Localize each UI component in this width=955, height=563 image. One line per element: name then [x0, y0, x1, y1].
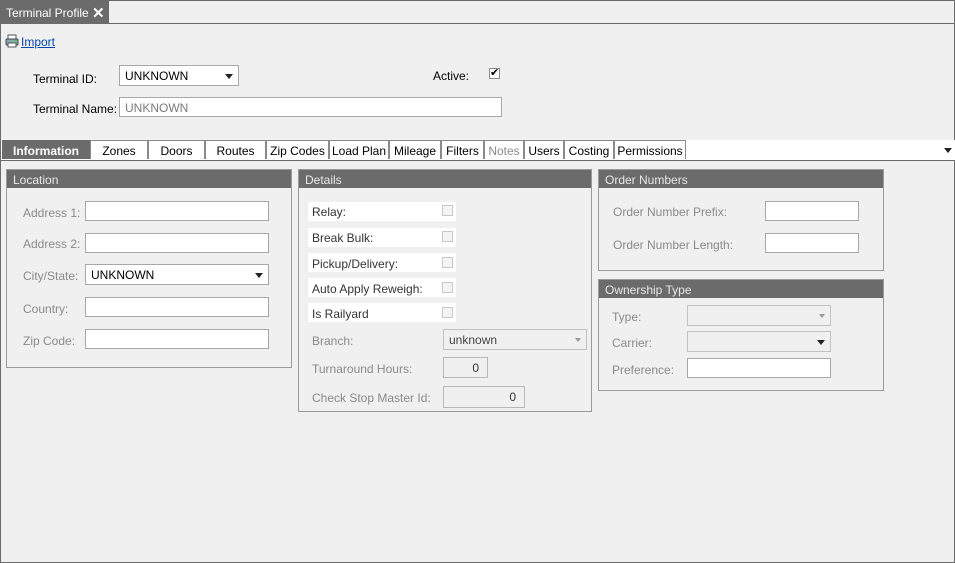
- city-state-label: City/State:: [23, 269, 79, 283]
- tab-information[interactable]: Information: [2, 140, 90, 159]
- break-bulk-label: Break Bulk:: [312, 231, 374, 245]
- tab-routes[interactable]: Routes: [205, 140, 266, 159]
- chevron-down-icon: [575, 338, 581, 342]
- order-number-length-label: Order Number Length:: [613, 238, 734, 252]
- tab-filters[interactable]: Filters: [441, 140, 484, 159]
- ownership-type-combo[interactable]: [687, 305, 831, 326]
- address2-label: Address 2:: [23, 237, 81, 251]
- tab-zip-codes[interactable]: Zip Codes: [266, 140, 329, 159]
- check-stop-master-id-label: Check Stop Master Id:: [312, 391, 431, 405]
- country-label: Country:: [23, 302, 69, 316]
- active-checkbox[interactable]: ✔: [489, 68, 500, 79]
- tab-mileage[interactable]: Mileage: [389, 140, 441, 159]
- pickup-delivery-checkbox[interactable]: [442, 257, 453, 268]
- zip-code-label: Zip Code:: [23, 334, 76, 348]
- tab-permissions[interactable]: Permissions: [614, 140, 686, 159]
- chevron-down-icon: [817, 340, 825, 345]
- preference-input[interactable]: [687, 358, 831, 378]
- turnaround-hours-input[interactable]: 0: [443, 357, 488, 378]
- check-stop-master-id-input[interactable]: 0: [443, 386, 525, 408]
- terminal-id-value: UNKNOWN: [125, 69, 189, 83]
- active-label: Active:: [433, 69, 470, 83]
- tab-costing[interactable]: Costing: [564, 140, 614, 159]
- chevron-down-icon: [255, 273, 263, 278]
- address2-input[interactable]: [85, 233, 269, 253]
- relay-checkbox[interactable]: [442, 205, 453, 216]
- carrier-combo[interactable]: [687, 331, 831, 352]
- import-link[interactable]: Import: [21, 35, 55, 49]
- tab-doors[interactable]: Doors: [148, 140, 205, 159]
- tab-overflow-chevron-icon[interactable]: [944, 148, 952, 153]
- carrier-label: Carrier:: [612, 336, 653, 350]
- chevron-down-icon: [819, 314, 825, 318]
- branch-value: unknown: [449, 333, 498, 347]
- printer-import-icon[interactable]: [5, 34, 19, 48]
- terminal-profile-window: Terminal Profile ✕ Import Terminal ID: U…: [0, 0, 955, 563]
- tab-zones[interactable]: Zones: [90, 140, 148, 159]
- zip-code-input[interactable]: [85, 329, 269, 349]
- city-state-combo[interactable]: UNKNOWN: [85, 264, 269, 285]
- doc-tab-divider: [1, 23, 955, 24]
- section-tab-bar: Information Zones Doors Routes Zip Codes…: [1, 140, 955, 161]
- preference-label: Preference:: [612, 363, 675, 377]
- turnaround-hours-label: Turnaround Hours:: [312, 362, 413, 376]
- doc-tab-title: Terminal Profile: [6, 6, 89, 20]
- terminal-id-combo[interactable]: UNKNOWN: [119, 65, 239, 86]
- branch-label: Branch:: [312, 334, 354, 348]
- details-group-title: Details: [299, 170, 591, 188]
- address1-label: Address 1:: [23, 206, 81, 220]
- break-bulk-checkbox[interactable]: [442, 231, 453, 242]
- order-number-prefix-label: Order Number Prefix:: [613, 205, 728, 219]
- city-state-value: UNKNOWN: [91, 268, 155, 282]
- is-railyard-label: Is Railyard: [312, 307, 369, 321]
- address1-input[interactable]: [85, 201, 269, 221]
- branch-combo[interactable]: unknown: [443, 329, 587, 350]
- order-number-prefix-input[interactable]: [765, 201, 859, 221]
- close-icon[interactable]: ✕: [92, 4, 105, 22]
- location-group-title: Location: [7, 170, 291, 188]
- is-railyard-checkbox[interactable]: [442, 307, 453, 318]
- chevron-down-icon: [225, 74, 233, 79]
- terminal-id-label: Terminal ID:: [33, 72, 98, 86]
- country-input[interactable]: [85, 297, 269, 317]
- tab-notes[interactable]: Notes: [484, 140, 524, 159]
- ownership-type-group-title: Ownership Type: [599, 280, 883, 298]
- order-number-length-input[interactable]: [765, 233, 859, 253]
- tab-load-plan[interactable]: Load Plan: [329, 140, 389, 159]
- auto-apply-reweigh-label: Auto Apply Reweigh:: [312, 282, 423, 296]
- order-numbers-group-title: Order Numbers: [599, 170, 883, 188]
- doc-tab-terminal-profile[interactable]: Terminal Profile ✕: [1, 1, 109, 23]
- relay-label: Relay:: [312, 205, 347, 219]
- ownership-type-label: Type:: [612, 310, 642, 324]
- terminal-name-label: Terminal Name:: [33, 102, 118, 116]
- terminal-name-input[interactable]: UNKNOWN: [119, 97, 502, 117]
- tab-users[interactable]: Users: [524, 140, 564, 159]
- auto-apply-reweigh-checkbox[interactable]: [442, 282, 453, 293]
- pickup-delivery-label: Pickup/Delivery:: [312, 257, 399, 271]
